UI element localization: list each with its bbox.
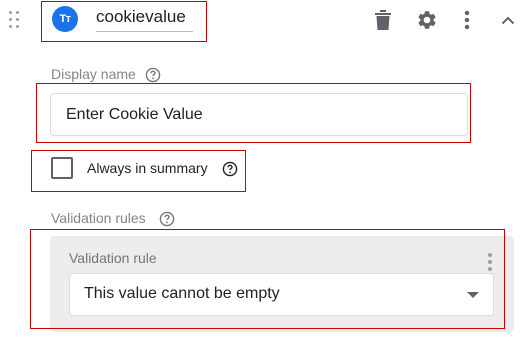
always-in-summary-label: Always in summary [87, 160, 208, 176]
variable-name-underline [96, 31, 193, 32]
drag-handle-icon[interactable] [8, 9, 22, 31]
variable-name[interactable]: cookievalue [96, 7, 186, 27]
validation-rule-selected-value: This value cannot be empty [84, 285, 280, 302]
validation-rule-label: Validation rule [69, 250, 157, 266]
text-type-icon: Tт [52, 6, 78, 32]
rule-options-icon[interactable] [485, 253, 495, 273]
delete-icon[interactable] [371, 8, 395, 32]
help-icon[interactable] [222, 161, 238, 177]
display-name-label: Display name [51, 66, 136, 82]
help-icon[interactable] [159, 211, 175, 227]
validation-rules-label: Validation rules [51, 210, 146, 226]
settings-gear-icon[interactable] [415, 8, 439, 32]
more-options-icon[interactable] [455, 8, 479, 32]
dropdown-arrow-icon[interactable] [467, 292, 479, 298]
help-icon[interactable] [145, 67, 161, 83]
always-in-summary-checkbox[interactable] [51, 157, 73, 179]
collapse-chevron-up-icon[interactable] [496, 8, 520, 32]
display-name-input[interactable] [50, 93, 468, 136]
